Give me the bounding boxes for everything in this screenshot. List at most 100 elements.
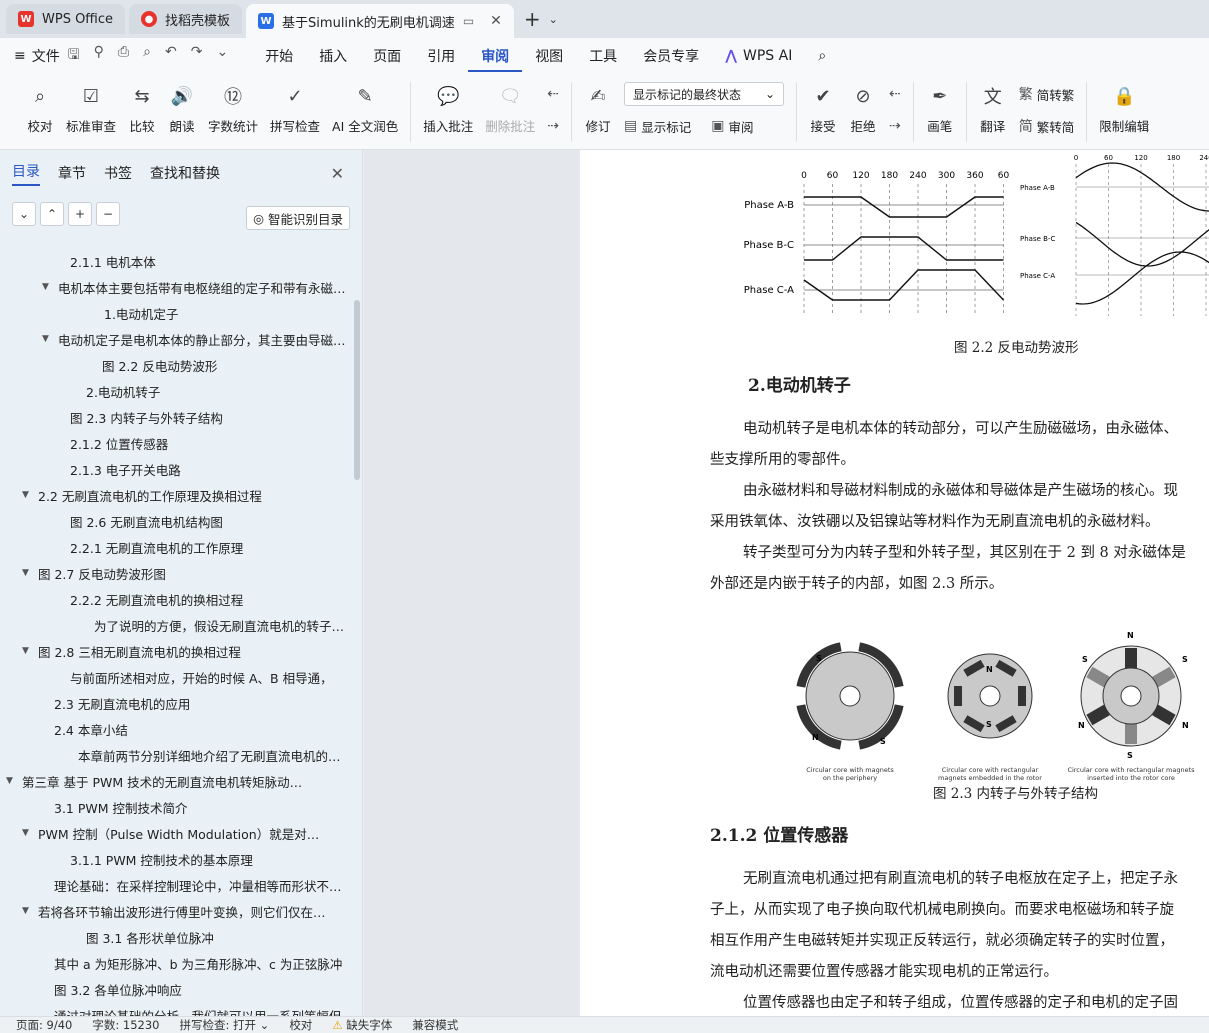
translate-button[interactable]: 文翻译 <box>973 82 1013 135</box>
simp-to-trad-button[interactable]: 简转繁 <box>1037 85 1075 104</box>
tab-find-replace[interactable]: 查找和替换 <box>150 163 220 183</box>
monitor-icon[interactable]: ▭ <box>463 14 474 28</box>
toc-item[interactable]: 2.4 本章小结 <box>0 716 350 742</box>
toc-item[interactable]: 2.电动机转子 <box>0 378 350 404</box>
toc-item[interactable]: 图 3.1 各形状单位脉冲 <box>0 924 350 950</box>
insert-comment-button[interactable]: 💬 插入批注 <box>417 82 479 135</box>
toc-item[interactable]: 本章前两节分别详细地介绍了无刷直流电机的结构组成 <box>0 742 350 768</box>
toc-item[interactable]: 1.电动机定子 <box>0 300 350 326</box>
toc-item[interactable]: 3.1 PWM 控制技术简介 <box>0 794 350 820</box>
restrict-editing-button[interactable]: 🔒 限制编辑 <box>1093 82 1155 135</box>
caret-down-icon[interactable]: ▼ <box>42 334 58 344</box>
toc-item[interactable]: 通过对理论基础的分析，我们就可以用一系列等幅但 <box>0 1002 350 1017</box>
toc-item[interactable]: 理论基础：在采样控制理论中，冲量相等而形状不同的窄脉冲 <box>0 872 350 898</box>
standard-review-button[interactable]: ☑ 标准审查 <box>60 82 122 135</box>
previous-comment-icon[interactable]: ⇠ <box>547 86 559 102</box>
spell-check-button[interactable]: ✓ 拼写检查 <box>264 82 326 135</box>
toc-item[interactable]: ▼ 第三章 基于 PWM 技术的无刷直流电机转矩脉动抑制 <box>0 768 350 794</box>
search-icon[interactable]: ⌕ <box>805 48 839 64</box>
previous-change-icon[interactable]: ⇠ <box>889 86 901 102</box>
caret-down-icon[interactable]: ▼ <box>22 568 38 578</box>
trad-to-simp-button[interactable]: 繁转简 <box>1037 117 1075 136</box>
print-icon[interactable]: ⎙ <box>118 44 129 68</box>
close-icon[interactable]: ✕ <box>490 13 502 29</box>
add-icon[interactable]: + <box>68 202 92 226</box>
menu-wps-ai[interactable]: ⋀ WPS AI <box>712 48 805 64</box>
tab-daoke[interactable]: ● 找稻壳模板 <box>129 4 243 34</box>
compare-button[interactable]: ⇆ 比较 <box>122 82 162 135</box>
spell-check-indicator[interactable]: 拼写检查: 打开 ⌄ <box>179 1017 269 1033</box>
next-comment-icon[interactable]: ⇢ <box>547 118 559 134</box>
menu-review[interactable]: 审阅 <box>468 46 523 72</box>
caret-down-icon[interactable]: ▼ <box>22 646 38 656</box>
toc-item[interactable]: 2.1.2 位置传感器 <box>0 430 350 456</box>
pen-button[interactable]: ✒ 画笔 <box>920 82 960 135</box>
track-changes-button[interactable]: ✍ 修订 <box>578 82 618 135</box>
expand-icon[interactable]: ⌃ <box>40 202 64 226</box>
tab-wps-office[interactable]: W WPS Office <box>6 4 126 34</box>
review-pane-button[interactable]: 审阅 <box>729 117 754 136</box>
caret-down-icon[interactable]: ▼ <box>6 776 22 786</box>
new-tab-icon[interactable]: + <box>524 7 541 31</box>
toc-item[interactable]: 图 2.3 内转子与外转子结构 <box>0 404 350 430</box>
menu-member[interactable]: 会员专享 <box>630 46 712 66</box>
markup-state-select[interactable]: 显示标记的最终状态 ⌄ <box>624 82 785 106</box>
toc-item[interactable]: 图 2.2 反电动势波形 <box>0 352 350 378</box>
caret-down-icon[interactable]: ▼ <box>42 282 58 292</box>
tab-document[interactable]: W 基于Simulink的无刷电机调速 ▭ ✕ <box>246 4 514 38</box>
redo-icon[interactable]: ↷ <box>191 44 203 68</box>
show-markup-button[interactable]: 显示标记 <box>641 117 691 136</box>
menu-tools[interactable]: 工具 <box>576 46 630 66</box>
print-preview-icon[interactable]: ⌕ <box>143 44 151 68</box>
menu-page[interactable]: 页面 <box>360 46 414 66</box>
toc-item[interactable]: 2.2.1 无刷直流电机的工作原理 <box>0 534 350 560</box>
toc-item[interactable]: 图 3.2 各单位脉冲响应 <box>0 976 350 1002</box>
more-chevron-icon[interactable]: ⌄ <box>216 44 228 68</box>
tab-toc[interactable]: 目录 <box>12 161 40 186</box>
toc-item[interactable]: 2.2.2 无刷直流电机的换相过程 <box>0 586 350 612</box>
reject-button[interactable]: ⊘ 拒绝 <box>843 82 883 135</box>
caret-down-icon[interactable]: ▼ <box>22 828 38 838</box>
share-icon[interactable]: ⚲ <box>94 44 104 68</box>
chevron-down-icon[interactable]: ⌄ <box>549 13 558 26</box>
toc-item[interactable]: 2.3 无刷直流电机的应用 <box>0 690 350 716</box>
missing-font-indicator[interactable]: ⚠ 缺失字体 <box>332 1017 392 1033</box>
caret-down-icon[interactable]: ▼ <box>22 906 38 916</box>
ai-polish-button[interactable]: ✎ AI 全文润色 <box>326 82 404 135</box>
toc-item[interactable]: 与前面所述相对应，开始的时候 A、B 相导通， <box>0 664 350 690</box>
toc-item[interactable]: ▼电机本体主要包括带有电枢绕组的定子和带有永磁体的转子 <box>0 274 350 300</box>
tab-chapters[interactable]: 章节 <box>58 163 86 183</box>
menu-view[interactable]: 视图 <box>522 46 576 66</box>
caret-down-icon[interactable]: ▼ <box>22 490 38 500</box>
toc-item[interactable]: 为了说明的方便，假设无刷直流电机的转子是两极的 <box>0 612 350 638</box>
toc-item[interactable]: ▼ 2.2 无刷直流电机的工作原理及换相过程 <box>0 482 350 508</box>
collapse-icon[interactable]: ⌄ <box>12 202 36 226</box>
toc-item[interactable]: 2.1.3 电子开关电路 <box>0 456 350 482</box>
remove-icon[interactable]: − <box>96 202 120 226</box>
undo-icon[interactable]: ↶ <box>165 44 177 68</box>
word-count-button[interactable]: ⑫ 字数统计 <box>202 82 264 135</box>
word-count-indicator[interactable]: 字数: 15230 <box>92 1017 159 1033</box>
toc-item[interactable]: 其中 a 为矩形脉冲、b 为三角形脉冲、c 为正弦脉冲 <box>0 950 350 976</box>
delete-comment-button[interactable]: 🗨 删除批注 <box>479 82 541 135</box>
toc-item[interactable]: ▼电动机定子是电机本体的静止部分，其主要由导磁的定子铁芯组成 <box>0 326 350 352</box>
toc-item[interactable]: ▼ 图 2.7 反电动势波形图 <box>0 560 350 586</box>
smart-toc-button[interactable]: ◎ 智能识别目录 <box>246 206 350 230</box>
proof-indicator[interactable]: 校对 <box>289 1017 312 1033</box>
tab-bookmarks[interactable]: 书签 <box>104 163 132 183</box>
toc-item[interactable]: 2.1.1 电机本体 <box>0 248 350 274</box>
toc-item[interactable]: ▼若将各环节输出波形进行傅里叶变换，则它们仅在高频段有差异 <box>0 898 350 924</box>
toc-item[interactable]: ▼PWM 控制（Pulse Width Modulation）就是对脉冲的宽度进… <box>0 820 350 846</box>
menu-reference[interactable]: 引用 <box>414 46 468 66</box>
close-icon[interactable]: ✕ <box>331 164 344 183</box>
menu-start[interactable]: 开始 <box>252 46 306 66</box>
toc-item[interactable]: 3.1.1 PWM 控制技术的基本原理 <box>0 846 350 872</box>
read-aloud-button[interactable]: 🔊 朗读 <box>162 82 202 135</box>
page-indicator[interactable]: 页面: 9/40 <box>16 1017 72 1033</box>
file-menu[interactable]: ≡ 文件 <box>14 46 60 66</box>
accept-button[interactable]: ✔ 接受 <box>803 82 843 135</box>
toc-scrollbar[interactable] <box>354 300 360 480</box>
toc-item[interactable]: ▼ 图 2.8 三相无刷直流电机的换相过程 <box>0 638 350 664</box>
menu-insert[interactable]: 插入 <box>306 46 360 66</box>
toc-item[interactable]: 图 2.6 无刷直流电机结构图 <box>0 508 350 534</box>
